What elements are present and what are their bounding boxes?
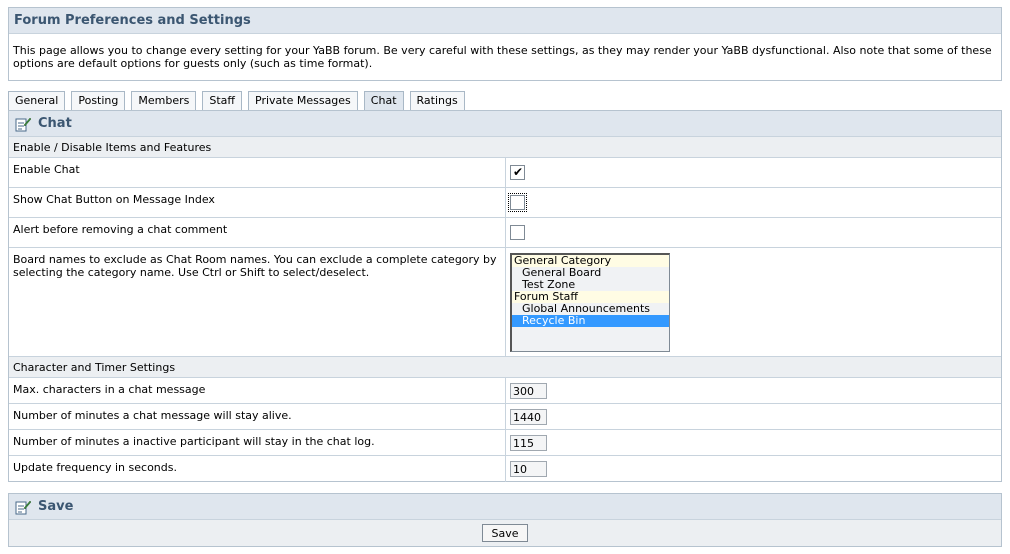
show-chat-button-label: Show Chat Button on Message Index [9,188,506,217]
edit-settings-icon [15,500,31,514]
msg-alive-input[interactable] [510,409,547,425]
tab-members[interactable]: Members [131,91,197,110]
save-section-title: Save [38,499,74,514]
page-title: Forum Preferences and Settings [9,8,1001,34]
exclude-boards-row: Board names to exclude as Chat Room name… [9,248,1001,357]
save-panel: Save Save [8,493,1002,547]
enable-chat-row: Enable Chat ✔ [9,158,1001,188]
update-freq-label: Update frequency in seconds. [9,456,506,482]
inactive-input[interactable] [510,435,547,451]
chat-section-header: Chat [9,111,1001,137]
list-item[interactable]: Recycle Bin [512,315,669,327]
enable-chat-label: Enable Chat [9,158,506,187]
edit-settings-icon [15,117,31,131]
chat-section-title: Chat [38,116,72,131]
alert-remove-label: Alert before removing a chat comment [9,218,506,247]
max-chars-label: Max. characters in a chat message [9,378,506,403]
exclude-boards-listbox[interactable]: General Category General Board Test Zone… [510,253,670,352]
enable-chat-checkbox[interactable]: ✔ [510,165,525,180]
max-chars-row: Max. characters in a chat message [9,378,1001,404]
show-chat-button-row: Show Chat Button on Message Index [9,188,1001,218]
show-chat-button-checkbox[interactable] [508,193,527,212]
save-section-header: Save [9,494,1001,520]
update-freq-row: Update frequency in seconds. [9,456,1001,482]
tab-posting[interactable]: Posting [71,91,126,110]
inactive-row: Number of minutes a inactive participant… [9,430,1001,456]
inactive-label: Number of minutes a inactive participant… [9,430,506,455]
exclude-boards-label: Board names to exclude as Chat Room name… [9,248,506,356]
msg-alive-row: Number of minutes a chat message will st… [9,404,1001,430]
alert-remove-checkbox[interactable] [510,225,525,240]
timer-settings-subheader: Character and Timer Settings [9,357,1001,378]
tab-chat[interactable]: Chat [363,91,404,110]
max-chars-input[interactable] [510,383,547,399]
tab-ratings[interactable]: Ratings [409,91,465,110]
tab-private-messages[interactable]: Private Messages [248,91,358,110]
alert-remove-row: Alert before removing a chat comment [9,218,1001,248]
tab-staff[interactable]: Staff [202,91,242,110]
checkmark-icon: ✔ [513,165,524,179]
settings-tabs: General Posting Members Staff Private Me… [8,91,471,110]
tab-general[interactable]: General [8,91,66,110]
msg-alive-label: Number of minutes a chat message will st… [9,404,506,429]
chat-settings-panel: Chat Enable / Disable Items and Features… [8,110,1002,482]
update-freq-input[interactable] [510,461,547,477]
enable-features-subheader: Enable / Disable Items and Features [9,137,1001,158]
page-intro: This page allows you to change every set… [13,44,992,70]
preferences-header-panel: Forum Preferences and Settings This page… [8,7,1002,81]
save-button[interactable]: Save [482,524,528,542]
